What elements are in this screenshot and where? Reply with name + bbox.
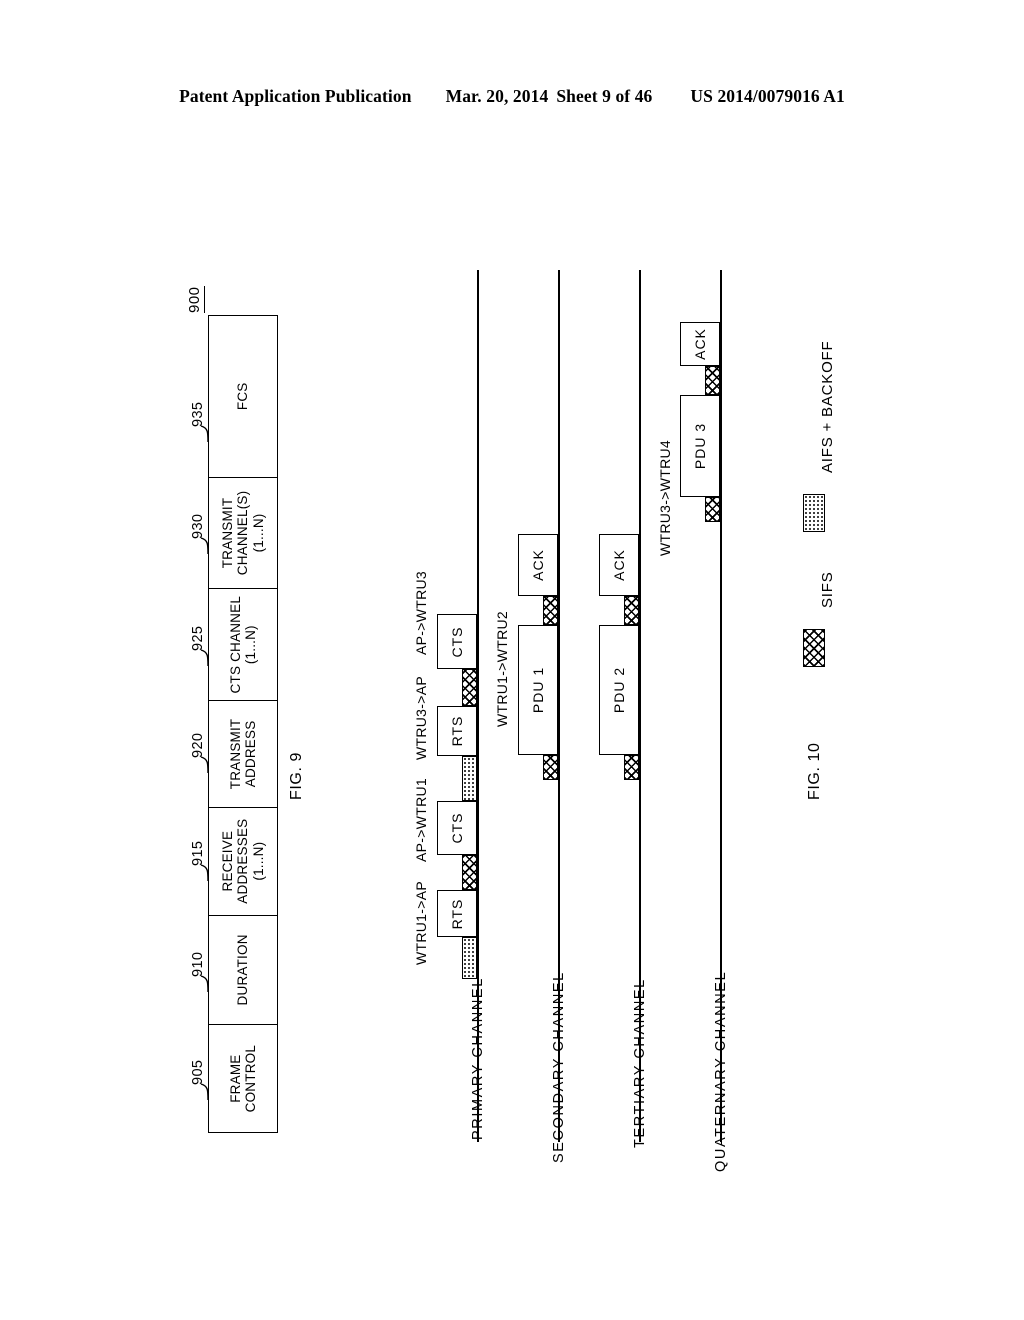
channel-label-quaternary: QUATERNARY CHANNEL [713, 970, 729, 1172]
header-publication-label: Patent Application Publication [179, 86, 412, 106]
leader-number-925: 925 [190, 625, 206, 651]
channel-label-primary: PRIMARY CHANNEL [470, 977, 486, 1140]
leader-number-910: 910 [190, 951, 206, 977]
leader-number-920: 920 [190, 732, 206, 758]
primary-block-cts-1: CTS [437, 801, 477, 855]
secondary-sifs-1 [543, 755, 558, 780]
flow-label-wtru1-to-wtru2: WTRU1->WTRU2 [494, 611, 510, 727]
publication-header: Patent Application Publication Mar. 20, … [0, 86, 1024, 107]
field-duration: DURATION [209, 914, 277, 1025]
flow-label-wtru3-to-wtru4: WTRU3->WTRU4 [657, 440, 673, 556]
primary-block-rts-1: RTS [437, 890, 477, 937]
legend-label-aifs-backoff: AIFS + BACKOFF [819, 340, 836, 473]
fig9-frame-format-bar: FRAME CONTROL DURATION RECEIVE ADDRESSES… [208, 315, 278, 1133]
quaternary-sifs-1 [705, 497, 720, 522]
header-date: Mar. 20, 2014 [445, 86, 549, 106]
legend-swatch-aifs-backoff [803, 494, 825, 532]
primary-aifs-backoff-1 [462, 937, 477, 979]
secondary-sifs-2 [543, 596, 558, 625]
quaternary-sifs-2 [705, 366, 720, 395]
tertiary-block-ack: ACK [599, 534, 639, 596]
field-fcs: FCS [235, 382, 251, 411]
tertiary-sifs-1 [624, 755, 639, 780]
fig10-caption: FIG. 10 [806, 742, 823, 800]
leader-number-935: 935 [190, 401, 206, 427]
flow-label-wtru1-to-ap: WTRU1->AP [413, 881, 429, 965]
leader-number-930: 930 [190, 513, 206, 539]
primary-block-rts-2: RTS [437, 706, 477, 756]
channel-label-tertiary: TERTIARY CHANNEL [632, 978, 648, 1148]
header-sheet-number: Sheet 9 of 46 [556, 86, 653, 106]
secondary-block-ack: ACK [518, 534, 558, 596]
channel-label-secondary: SECONDARY CHANNEL [551, 971, 567, 1163]
fig9-caption: FIG. 9 [288, 751, 305, 800]
figure-900-reference: 900 [186, 286, 205, 313]
header-document-number: US 2014/0079016 A1 [690, 86, 845, 106]
flow-label-wtru3-to-ap: WTRU3->AP [413, 676, 429, 760]
field-frame-control: FRAME CONTROL [209, 1024, 277, 1132]
field-transmit-address: TRANSMIT ADDRESS [209, 700, 277, 807]
field-transmit-channels: TRANSMIT CHANNEL(S) (1...N) [209, 476, 277, 589]
tertiary-sifs-2 [624, 596, 639, 625]
secondary-block-pdu-1: PDU 1 [518, 625, 558, 755]
primary-sifs-1 [462, 855, 477, 890]
leader-number-905: 905 [190, 1059, 206, 1085]
primary-block-cts-2: CTS [437, 614, 477, 669]
legend-label-sifs: SIFS [819, 571, 836, 608]
leader-number-915: 915 [190, 840, 206, 866]
quaternary-block-pdu-3: PDU 3 [680, 395, 720, 497]
field-cts-channel: CTS CHANNEL (1...N) [209, 588, 277, 701]
quaternary-block-ack: ACK [680, 322, 720, 366]
primary-sifs-2 [462, 669, 477, 706]
primary-aifs-backoff-2 [462, 756, 477, 801]
field-receive-addresses: RECEIVE ADDRESSES (1...N) [209, 806, 277, 915]
tertiary-block-pdu-2: PDU 2 [599, 625, 639, 755]
legend-swatch-sifs [803, 629, 825, 667]
flow-label-ap-to-wtru1: AP->WTRU1 [413, 778, 429, 862]
flow-label-ap-to-wtru3: AP->WTRU3 [413, 571, 429, 655]
